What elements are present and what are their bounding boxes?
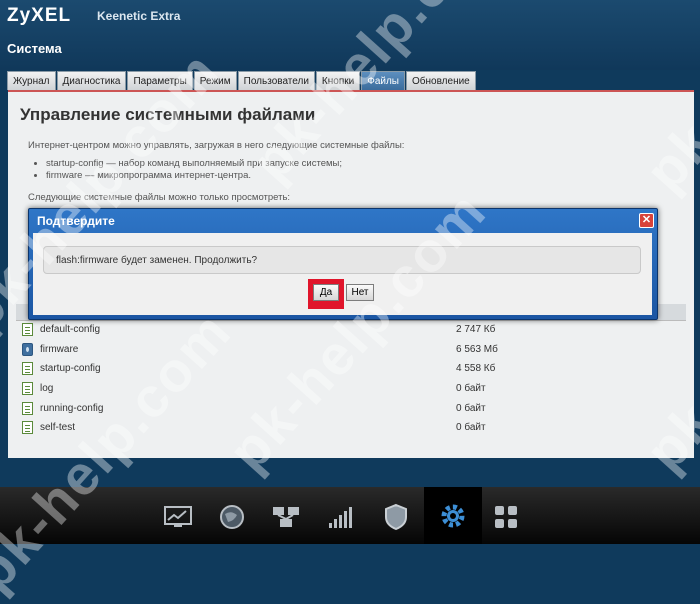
file-size: 6 563 Мб [456, 343, 498, 355]
shield-icon[interactable] [380, 501, 412, 533]
globe-icon[interactable] [216, 501, 248, 533]
yes-button[interactable]: Да [313, 284, 339, 301]
product-name: Keenetic Extra [97, 9, 181, 23]
document-icon [22, 401, 33, 415]
file-name[interactable]: default-config [40, 324, 100, 335]
file-size: 0 байт [456, 383, 486, 395]
brand-logo: ZyXEL [7, 5, 72, 26]
file-size: 0 байт [456, 402, 486, 414]
firmware-icon [22, 342, 33, 356]
message-box: flash:firmware будет заменен. Продолжить… [43, 246, 641, 274]
monitor-chart-icon[interactable] [162, 501, 194, 533]
section-title: Система [7, 41, 62, 56]
file-name[interactable]: firmware [40, 344, 78, 355]
file-size: 2 747 Кб [456, 324, 496, 335]
document-icon [22, 362, 33, 376]
file-size: 0 байт [456, 422, 486, 434]
file-name[interactable]: log [40, 383, 53, 394]
signal-icon[interactable] [324, 501, 356, 533]
apps-grid-icon[interactable] [490, 501, 522, 533]
tab-update[interactable]: Обновление [406, 71, 476, 90]
document-icon [22, 323, 33, 336]
dialog-message: flash:firmware будет заменен. Продолжить… [56, 255, 258, 266]
network-icon[interactable] [270, 501, 302, 533]
file-size: 4 558 Кб [456, 363, 496, 375]
document-icon [22, 421, 33, 435]
document-icon [22, 382, 33, 396]
gear-icon[interactable] [424, 487, 482, 544]
tab-bar: Журнал Диагностика Параметры Режим Польз… [7, 71, 477, 90]
file-name[interactable]: self-test [40, 422, 75, 433]
close-icon[interactable]: ✕ [639, 213, 654, 228]
tab-diagnostics[interactable]: Диагностика [56, 71, 127, 90]
file-name[interactable]: startup-config [40, 363, 101, 374]
tab-journal[interactable]: Журнал [7, 71, 56, 90]
